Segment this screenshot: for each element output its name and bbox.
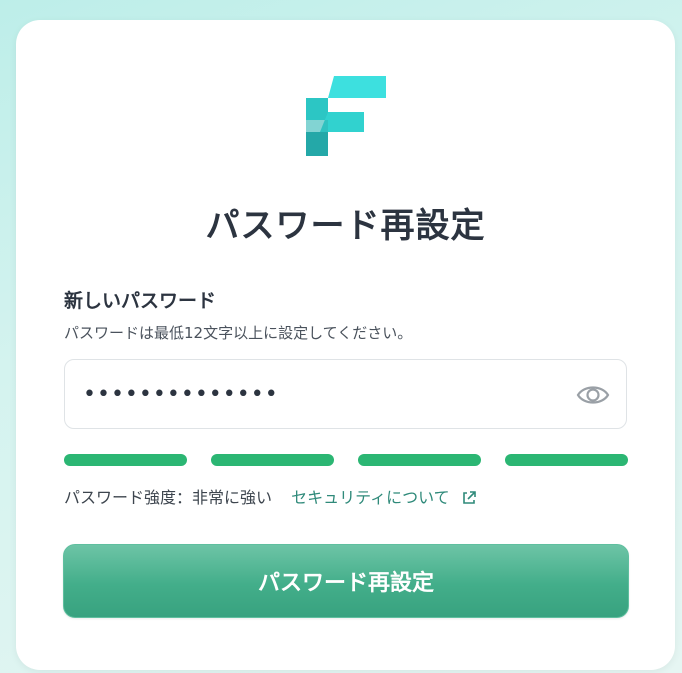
strength-segment <box>64 454 187 466</box>
logo-icon <box>306 76 386 156</box>
page-title: パスワード再設定 <box>205 206 486 246</box>
new-password-field[interactable] <box>64 359 627 429</box>
strength-segment <box>211 454 334 466</box>
security-info-link[interactable]: セキュリティについて <box>291 488 477 507</box>
strength-info: パスワード強度：非常に強い セキュリティについて <box>64 484 477 508</box>
strength-segment <box>505 454 628 466</box>
external-link-icon <box>462 491 476 504</box>
strength-segment <box>358 454 481 466</box>
new-password-label: 新しいパスワード <box>64 290 217 312</box>
security-info-link-label: セキュリティについて <box>291 488 450 507</box>
eye-icon[interactable] <box>576 380 610 410</box>
new-password-input[interactable] <box>83 360 553 428</box>
password-help-text: パスワードは最低12文字以上に設定してください。 <box>64 324 413 342</box>
reset-password-card: パスワード再設定 新しいパスワード パスワードは最低12文字以上に設定してくださ… <box>16 20 675 670</box>
password-strength-meter <box>64 454 628 466</box>
reset-password-button[interactable]: パスワード再設定 <box>63 544 629 618</box>
strength-text: パスワード強度：非常に強い <box>64 488 273 507</box>
